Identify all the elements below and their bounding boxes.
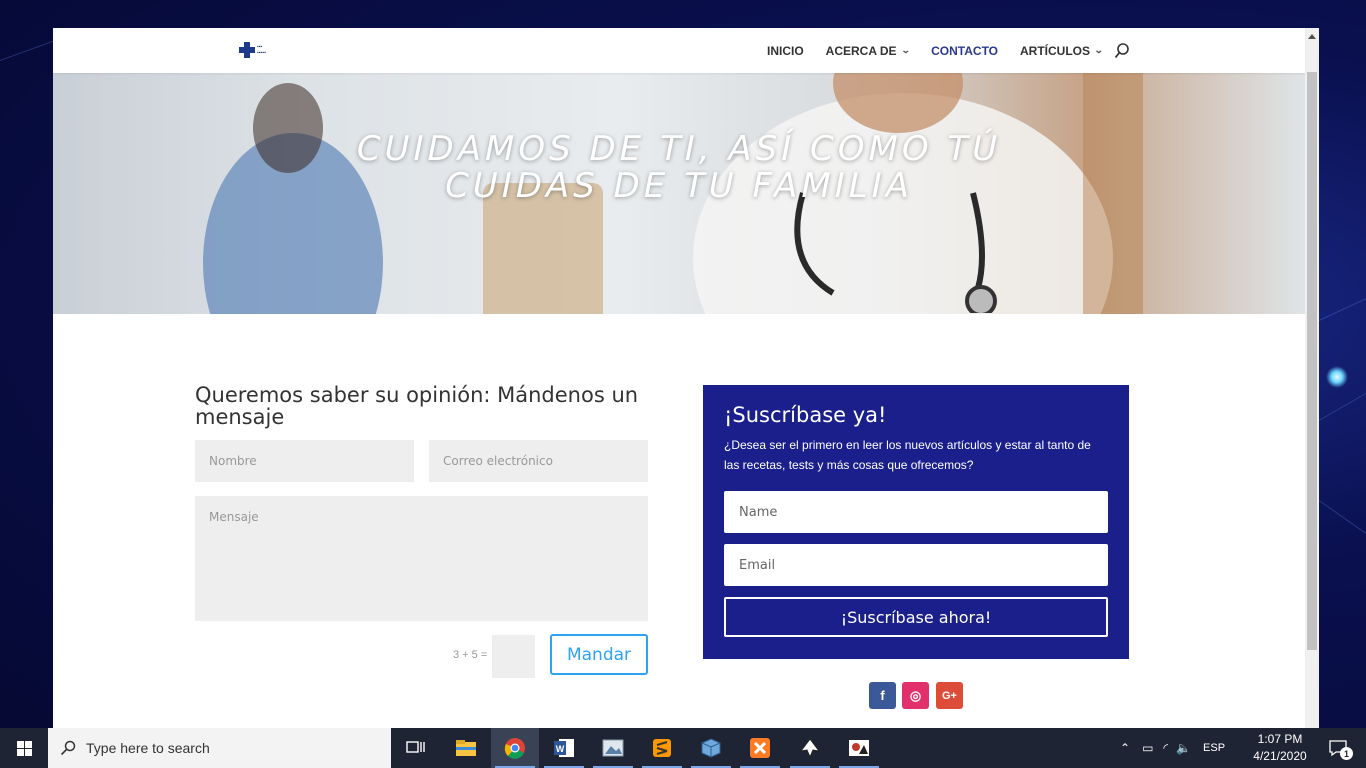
menu-item-acerca-de[interactable]: ACERCA DE ⌄ [825,43,911,58]
email-field[interactable] [429,440,648,482]
send-button[interactable]: Mandar [550,634,648,675]
start-button[interactable] [0,728,48,768]
battery-icon[interactable]: ▭ [1142,741,1153,755]
search-icon [60,740,76,756]
hero-title-line: CUIDAMOS DE TI, ASÍ COMO TÚ [356,129,1002,169]
clock-date: 4/21/2020 [1253,749,1307,763]
captcha-input[interactable] [492,635,535,678]
wifi-icon[interactable]: ◜ [1163,741,1168,755]
inkscape-icon[interactable] [786,728,834,768]
medical-cross-icon [239,42,255,58]
desktop-glow [1326,366,1348,388]
page-scrollbar[interactable] [1305,28,1319,728]
menu-label: ARTÍCULOS [1020,43,1091,58]
hero-title-line: CUIDAS DE TU FAMILIA [445,166,913,206]
google-plus-icon[interactable]: G+ [936,682,963,709]
site-logo[interactable]: ▪▪▪ ▪▪▪▪▪ [239,41,287,59]
name-field[interactable] [195,440,414,482]
desktop-line [0,39,57,61]
social-glyph: ◎ [909,687,922,703]
logo-wordmark: ▪▪▪ ▪▪▪▪▪ [257,44,266,56]
clock-time: 1:07 PM [1257,732,1303,746]
desktop-line [1318,390,1366,421]
action-center-icon[interactable]: 1 [1318,728,1358,768]
menu-item-contacto[interactable]: CONTACTO [931,44,998,58]
sublime-text-icon[interactable] [638,728,686,768]
captcha-question: 3 + 5 = [453,649,488,661]
word-icon[interactable]: W [540,728,588,768]
scroll-up-arrow-icon[interactable] [1308,34,1316,39]
facebook-icon[interactable]: f [869,682,896,709]
input-language[interactable]: ESP [1203,742,1225,754]
taskbar-search[interactable]: Type here to search [48,728,391,768]
site-header: ▪▪▪ ▪▪▪▪▪ INICIO ACERCA DE ⌄ CONTACTO ART… [53,28,1305,73]
taskbar-search-placeholder: Type here to search [86,740,210,756]
task-view-icon[interactable] [392,728,440,768]
social-glyph: f [880,688,885,703]
instagram-icon[interactable]: ◎ [902,682,929,709]
photos-icon[interactable] [589,728,637,768]
menu-label: CONTACTO [931,43,999,58]
social-glyph: G+ [942,689,957,702]
desktop-line [1318,294,1366,321]
message-field[interactable] [195,496,648,621]
menu-label: INICIO [767,43,804,58]
show-hidden-icons-icon[interactable]: ⌃ [1120,741,1130,755]
browser-window: ▪▪▪ ▪▪▪▪▪ INICIO ACERCA DE ⌄ CONTACTO ART… [53,28,1319,728]
chevron-down-icon: ⌄ [1093,45,1104,55]
notification-count-badge: 1 [1340,747,1353,760]
scroll-thumb[interactable] [1307,72,1317,650]
taskbar-clock[interactable]: 1:07 PM 4/21/2020 [1244,731,1316,765]
subscribe-button[interactable]: ¡Suscríbase ahora! [724,597,1108,637]
virtualbox-icon[interactable] [687,728,735,768]
menu-item-articulos[interactable]: ARTÍCULOS ⌄ [1020,43,1104,58]
xampp-icon[interactable] [736,728,784,768]
volume-icon[interactable]: 🔈 [1176,741,1191,755]
subscribe-box: ¡Suscríbase ya! ¿Desea ser el primero en… [703,385,1129,659]
photo-editor-icon[interactable] [835,728,883,768]
hero-title: CUIDAMOS DE TI, ASÍ COMO TÚ CUIDAS DE TU… [53,131,1305,205]
main-menu: INICIO ACERCA DE ⌄ CONTACTO ARTÍCULOS ⌄ [767,28,1125,73]
system-tray: ⌃ ▭ ◜ 🔈 ESP [1120,728,1225,768]
svg-text:W: W [556,744,565,754]
windows-logo-icon [16,740,32,756]
search-icon[interactable] [1114,42,1130,60]
chevron-down-icon: ⌄ [900,45,911,55]
subscribe-description: ¿Desea ser el primero en leer los nuevos… [724,438,1091,472]
chrome-icon[interactable] [491,728,539,768]
subscribe-email-input[interactable] [724,544,1108,586]
menu-label: ACERCA DE [825,43,897,58]
menu-item-inicio[interactable]: INICIO [767,44,804,58]
file-explorer-icon[interactable] [442,728,490,768]
contact-form-title: Queremos saber su opinión: Mándenos un m… [195,383,639,429]
subscribe-name-input[interactable] [724,491,1108,533]
desktop-line [1318,500,1366,536]
hero-banner: CUIDAMOS DE TI, ASÍ COMO TÚ CUIDAS DE TU… [53,73,1305,314]
subscribe-title: ¡Suscríbase ya! [724,403,887,427]
